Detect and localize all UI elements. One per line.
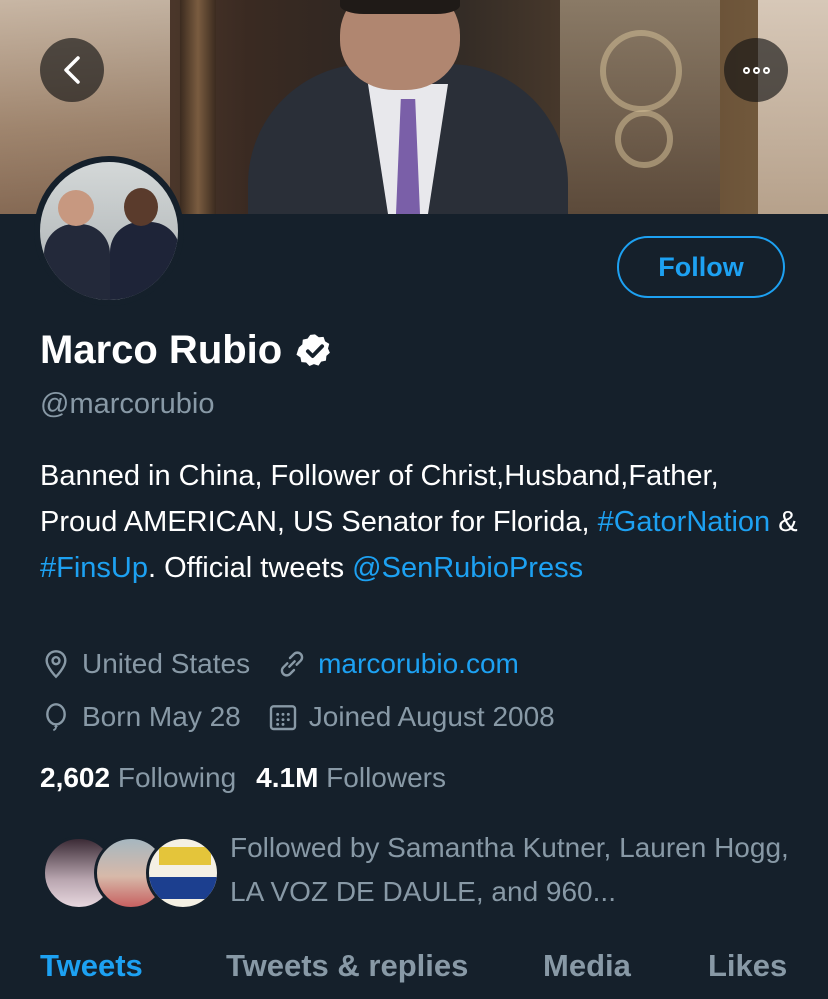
follower-avatar: [146, 836, 220, 910]
profile-bio: Banned in China, Follower of Christ,Husb…: [40, 453, 800, 591]
chevron-left-icon: [64, 56, 80, 84]
website-link[interactable]: marcorubio.com: [318, 648, 519, 680]
hashtag-link[interactable]: #GatorNation: [598, 506, 771, 538]
profile-handle: @marcorubio: [40, 388, 215, 420]
more-options-button[interactable]: [724, 38, 788, 102]
verified-badge-icon: [296, 333, 331, 366]
banner-wall-right: [758, 0, 828, 214]
mention-link[interactable]: @SenRubioPress: [352, 552, 583, 584]
followers-label: Followers: [326, 762, 446, 793]
link-icon: [280, 651, 304, 677]
calendar-icon: [269, 705, 296, 731]
location-text: United States: [82, 648, 251, 679]
tab-media[interactable]: Media: [543, 948, 631, 984]
followers-count[interactable]: 4.1M Followers: [256, 762, 446, 794]
tab-tweets[interactable]: Tweets: [40, 948, 143, 984]
followed-by-text[interactable]: Followed by Samantha Kutner, Lauren Hogg…: [230, 826, 790, 914]
website-item[interactable]: marcorubio.com: [276, 648, 519, 680]
following-label: Following: [117, 762, 237, 793]
location-pin-icon: [45, 650, 67, 679]
profile-avatar[interactable]: [34, 156, 184, 306]
profile-meta-row: Born May 28 Joined August 2008: [40, 701, 581, 733]
follow-button[interactable]: Follow: [617, 236, 785, 298]
following-number: 2,602: [40, 762, 111, 793]
profile-name-row: Marco Rubio: [40, 328, 334, 373]
birthday-item: Born May 28: [40, 701, 241, 733]
following-count[interactable]: 2,602 Following: [40, 762, 236, 794]
profile-meta-row: United States marcorubio.com: [40, 648, 545, 680]
birthday-text: Born May 28: [82, 701, 241, 732]
banner-ornament: [600, 30, 682, 112]
balloon-icon: [46, 703, 66, 732]
banner-pillar: [180, 0, 216, 214]
back-button[interactable]: [40, 38, 104, 102]
bio-text: &: [770, 506, 798, 538]
follow-counts: 2,602 Following 4.1M Followers: [40, 762, 446, 794]
hashtag-link[interactable]: #FinsUp: [40, 552, 148, 584]
profile-tabs: Tweets Tweets & replies Media Likes: [0, 942, 828, 999]
followers-number: 4.1M: [256, 762, 319, 793]
profile-name: Marco Rubio: [40, 328, 283, 372]
tab-tweets-replies[interactable]: Tweets & replies: [226, 948, 468, 984]
joined-item: Joined August 2008: [267, 701, 555, 733]
banner-ornament: [615, 110, 673, 168]
joined-text: Joined August 2008: [308, 701, 555, 732]
bio-text: . Official tweets: [148, 552, 353, 584]
tab-likes[interactable]: Likes: [708, 948, 787, 984]
more-dots-icon: [742, 66, 770, 74]
location-item: United States: [40, 648, 250, 680]
followed-by-avatars[interactable]: [42, 836, 220, 910]
banner-person: [248, 0, 568, 214]
